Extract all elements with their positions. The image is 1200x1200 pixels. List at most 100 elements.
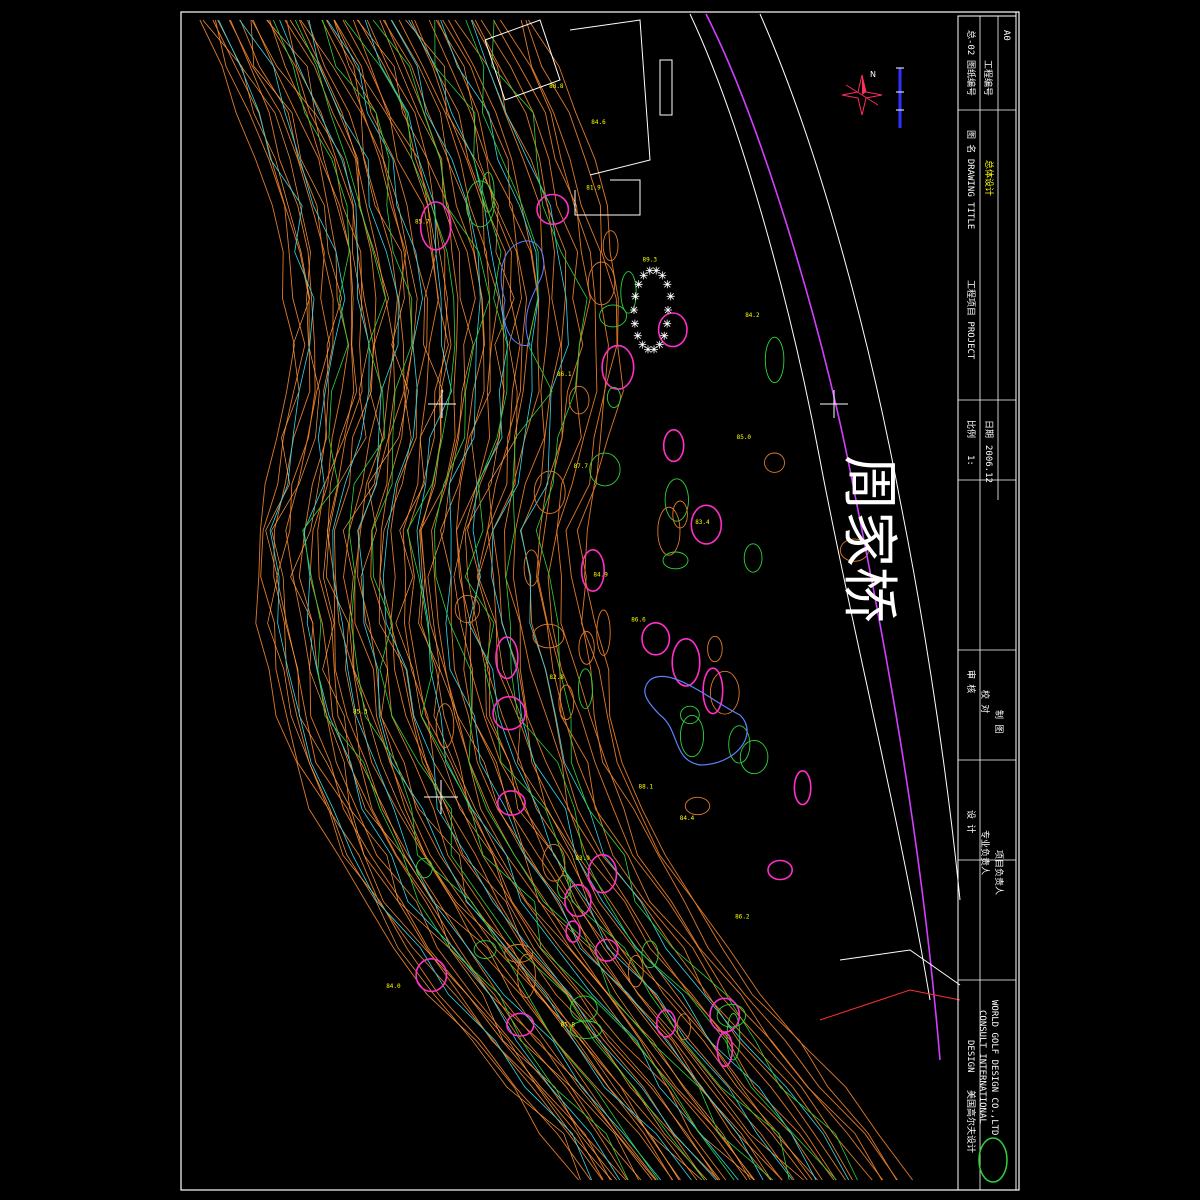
tree-cluster xyxy=(542,843,566,882)
project-no-label: 工程编号 xyxy=(982,60,994,96)
contour-line xyxy=(428,19,808,1181)
road-boundary-red xyxy=(819,989,961,1021)
spot-elevation: 83.4 xyxy=(695,519,710,526)
drawing-title-label: 图 名 DRAWING TITLE xyxy=(965,130,977,229)
scale-value: 1: xyxy=(965,455,975,466)
tree-symbol xyxy=(630,319,639,328)
drawing-title-value: 总体设计 xyxy=(983,160,995,196)
tree-cluster xyxy=(684,796,711,816)
tree-cluster xyxy=(680,705,700,725)
road-boundary-white xyxy=(839,949,961,986)
approval-signature-list: 审 核校 对制 图设 计专业负责人 项目负责人 xyxy=(965,670,1005,895)
tree-symbol xyxy=(664,306,672,314)
tree-cluster xyxy=(504,944,534,963)
contour-line xyxy=(454,19,837,1181)
spot-elevation: 85.7 xyxy=(415,219,430,226)
tree-symbol xyxy=(643,345,652,354)
tree-cluster xyxy=(707,635,723,663)
svg-text:N: N xyxy=(870,70,876,79)
contour-line xyxy=(326,19,717,1181)
approval-role: 校 对 xyxy=(979,690,991,713)
tree-cluster xyxy=(739,740,769,775)
terrain-contours-orange xyxy=(199,19,913,1181)
contour-line xyxy=(491,19,858,1181)
project-label: 工程项目 PROJECT xyxy=(965,280,976,360)
tree-cluster xyxy=(657,312,688,348)
tree-symbol xyxy=(663,319,672,328)
tree-cluster xyxy=(793,769,812,806)
tree-cluster xyxy=(764,452,785,473)
spot-elevation: 85.3 xyxy=(353,708,368,715)
scale-label: 比例 xyxy=(965,420,977,438)
contour-line xyxy=(352,19,727,1181)
approval-role: 制 图 xyxy=(993,710,1005,733)
tree-symbol xyxy=(638,340,647,349)
tree-symbol xyxy=(630,306,638,314)
tree-cluster xyxy=(767,859,794,881)
contour-line xyxy=(499,19,883,1181)
spot-elevation: 84.4 xyxy=(680,815,695,822)
company-en-line2: CONSULT INTERNATIONAL xyxy=(977,1010,987,1124)
contour-line xyxy=(300,19,703,1181)
contour-line xyxy=(199,19,579,1181)
spot-elevation: 88.1 xyxy=(639,784,654,791)
tree-symbol xyxy=(655,340,664,349)
drawing-no-label: 图纸编号 xyxy=(965,60,977,96)
tree-cluster xyxy=(709,670,740,715)
spot-elevation: 88.8 xyxy=(549,83,564,90)
approval-role: 审 核 xyxy=(965,670,977,693)
tree-cluster xyxy=(589,452,621,487)
contour-line xyxy=(442,19,823,1181)
spot-elevation: 86.2 xyxy=(735,913,750,920)
ornamental-tree-row xyxy=(630,266,675,354)
contour-line xyxy=(239,19,621,1181)
street-label: 周家桥 xyxy=(836,455,901,623)
tree-cluster xyxy=(662,429,685,463)
company-logo xyxy=(978,1137,1008,1183)
tree-symbol xyxy=(658,271,667,280)
road-edge-magenta xyxy=(705,13,941,1061)
contour-line xyxy=(334,19,719,1181)
tree-symbol xyxy=(652,266,661,275)
tree-cluster xyxy=(702,667,724,715)
cad-drawing-sheet: 88.8 84.6 81.9 85.7 89.3 84.2 86.1 85.0 87.7 83.4… xyxy=(180,11,1020,1191)
spot-elevation: 82.8 xyxy=(549,674,564,681)
contour-line xyxy=(465,19,837,1181)
approval-role: 专业负责人 xyxy=(979,830,991,875)
title-block: 图纸编号 工程编号 总-02 A0 图 名 DRAWING TITLE 总体设计… xyxy=(957,15,1017,1191)
tree-symbol xyxy=(639,271,648,280)
contour-line xyxy=(480,19,873,1181)
approval-role: 项目负责人 xyxy=(993,850,1005,895)
tree-cluster xyxy=(606,386,621,408)
tree-cluster xyxy=(657,506,681,556)
north-arrow-icon: N xyxy=(841,70,883,116)
tree-symbol xyxy=(631,292,640,301)
tree-cluster xyxy=(596,609,611,656)
spot-elevation: 86.1 xyxy=(557,371,572,378)
date-value: 2006.12 xyxy=(983,445,993,483)
tree-cluster xyxy=(523,549,540,587)
spot-elevation: 84.9 xyxy=(593,571,608,578)
tree-cluster xyxy=(627,954,644,988)
pond xyxy=(644,675,748,766)
tree-cluster xyxy=(641,621,671,656)
spot-elevation: 84.0 xyxy=(386,983,401,990)
drawing-no-value: 总-02 xyxy=(965,30,977,55)
spot-elevation: 84.6 xyxy=(591,119,606,126)
tree-symbol xyxy=(633,331,642,340)
tree-symbol xyxy=(634,280,643,289)
tree-symbol xyxy=(663,280,672,289)
existing-buildings xyxy=(484,19,673,216)
sheet-size: A0 xyxy=(1001,30,1011,41)
company-en-line1: DESIGN xyxy=(965,1040,975,1073)
spot-elevations: 88.8 84.6 81.9 85.7 89.3 84.2 86.1 85.0 87.7 83.4… xyxy=(353,83,760,1028)
contour-line xyxy=(212,19,603,1181)
tree-symbol xyxy=(660,331,669,340)
tree-cluster xyxy=(587,261,616,306)
tree-cluster xyxy=(764,336,785,384)
spot-elevation: 87.7 xyxy=(574,463,589,470)
contour-line xyxy=(470,19,850,1181)
spot-elevation: 89.3 xyxy=(643,257,658,264)
company-cn-name: 美国高尔夫设计 xyxy=(965,1090,977,1153)
spot-elevation: 84.2 xyxy=(745,312,760,319)
